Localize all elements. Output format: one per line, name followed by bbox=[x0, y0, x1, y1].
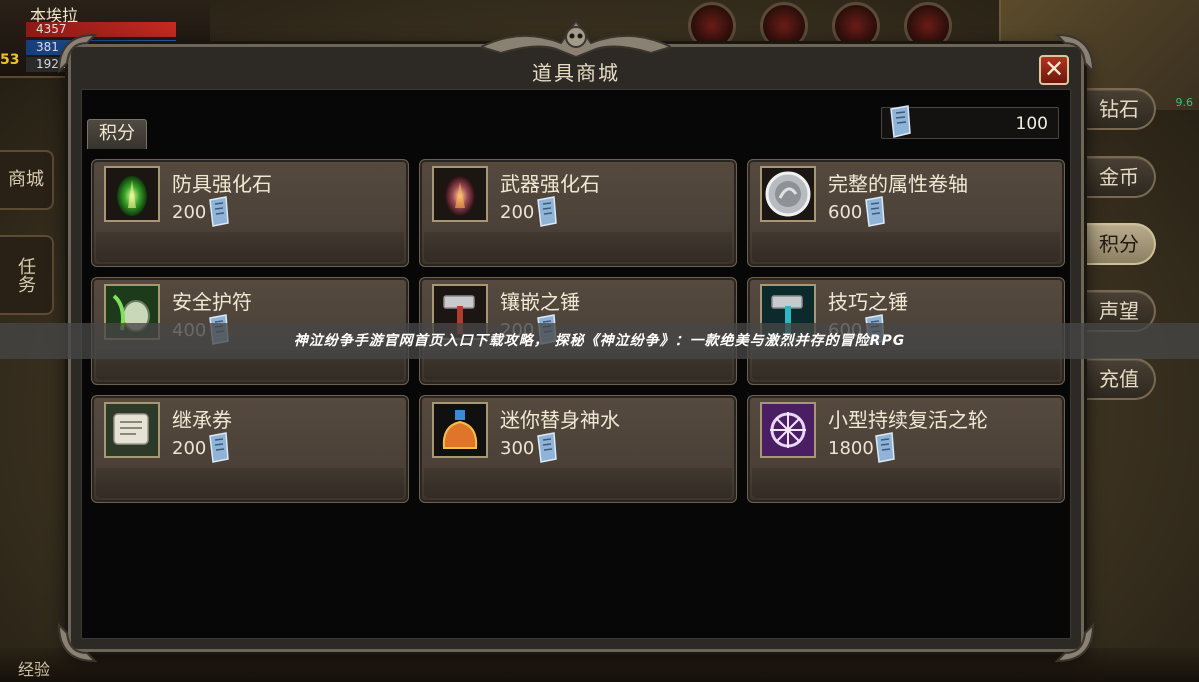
ticket-icon bbox=[875, 432, 895, 463]
item-name: 武器强化石 bbox=[500, 172, 600, 196]
item-price: 600 bbox=[828, 202, 863, 223]
potion-icon bbox=[432, 402, 488, 458]
ticket-icon bbox=[537, 196, 557, 227]
minimap-coords: 9.6 bbox=[1175, 96, 1194, 109]
item-card[interactable]: 小型持续复活之轮 1800 bbox=[747, 395, 1065, 503]
green-gem-icon bbox=[104, 166, 160, 222]
item-card[interactable]: 完整的属性卷轴 600 bbox=[747, 159, 1065, 267]
item-card[interactable]: 继承券 200 bbox=[91, 395, 409, 503]
item-name: 镶嵌之锤 bbox=[500, 290, 580, 314]
item-name: 安全护符 bbox=[172, 290, 252, 314]
tab-points[interactable]: 积分 bbox=[1084, 223, 1156, 265]
item-name: 技巧之锤 bbox=[828, 290, 908, 314]
ticket-icon bbox=[865, 196, 885, 227]
tab-diamond[interactable]: 钻石 bbox=[1084, 88, 1156, 130]
reward-icon[interactable] bbox=[832, 2, 880, 50]
points-balance-value: 100 bbox=[1015, 114, 1048, 134]
item-card[interactable]: 迷你替身神水 300 bbox=[419, 395, 737, 503]
ticket-icon bbox=[209, 432, 229, 463]
ranking-icon[interactable] bbox=[904, 2, 952, 50]
item-name: 继承券 bbox=[172, 408, 232, 432]
tab-gold[interactable]: 金币 bbox=[1084, 156, 1156, 198]
skull-ornament-icon bbox=[481, 19, 671, 57]
item-price: 200 bbox=[172, 202, 207, 223]
hp-bar: 4357 bbox=[26, 22, 176, 37]
item-price: 1800 bbox=[828, 438, 874, 459]
xp-label: 经验 bbox=[18, 660, 51, 679]
shop-side-button[interactable]: 商城 bbox=[0, 150, 54, 210]
tab-recharge[interactable]: 充值 bbox=[1084, 358, 1156, 400]
silver-coin-icon bbox=[760, 166, 816, 222]
points-balance: 100 bbox=[881, 105, 1059, 139]
tab-points-header[interactable]: 积分 bbox=[87, 119, 147, 149]
item-name: 防具强化石 bbox=[172, 172, 272, 196]
bottom-bar: 经验 bbox=[0, 648, 1199, 682]
quest-side-button[interactable]: 任务 bbox=[0, 235, 54, 315]
player-level: 53 bbox=[0, 52, 20, 68]
item-card[interactable]: 武器强化石 200 bbox=[419, 159, 737, 267]
item-name: 迷你替身神水 bbox=[500, 408, 620, 432]
red-gem-icon bbox=[432, 166, 488, 222]
activity-icon[interactable] bbox=[760, 2, 808, 50]
item-price: 200 bbox=[172, 438, 207, 459]
revive-wheel-icon bbox=[760, 402, 816, 458]
item-price: 200 bbox=[500, 202, 535, 223]
item-name: 小型持续复活之轮 bbox=[828, 408, 988, 432]
scroll-icon bbox=[104, 402, 160, 458]
article-banner: 神泣纷争手游官网首页入口下载攻略， 探秘《神泣纷争》：一款绝美与激烈并存的冒险R… bbox=[0, 323, 1199, 359]
item-price: 300 bbox=[500, 438, 535, 459]
ticket-icon bbox=[890, 105, 911, 138]
item-name: 完整的属性卷轴 bbox=[828, 172, 968, 196]
close-button[interactable]: ✕ bbox=[1039, 55, 1069, 85]
ticket-icon bbox=[537, 432, 557, 463]
event-icon[interactable] bbox=[688, 2, 736, 50]
item-card[interactable]: 防具强化石 200 bbox=[91, 159, 409, 267]
dialog-title: 道具商城 bbox=[532, 61, 620, 85]
ticket-icon bbox=[209, 196, 229, 227]
